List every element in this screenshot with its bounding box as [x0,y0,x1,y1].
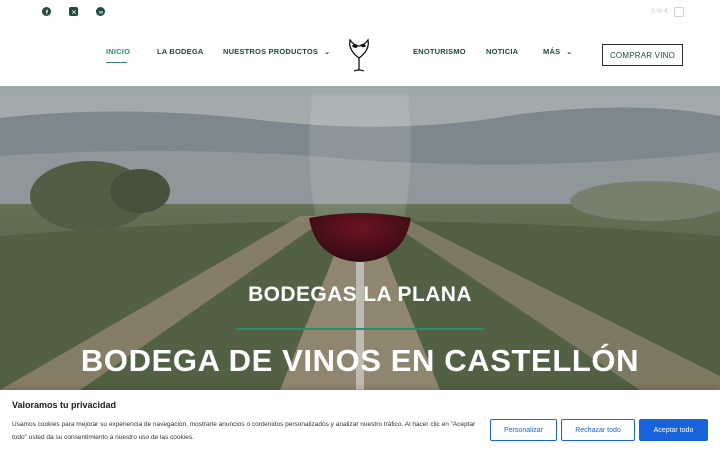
chevron-down-icon: ⌄ [566,49,573,56]
hero-subtitle: BODEGAS LA PLANA [248,283,472,306]
nav-inicio[interactable]: INICIO [106,47,130,56]
chevron-down-icon: ⌄ [324,49,331,56]
hero-title: BODEGA DE VINOS EN CASTELLÓN [80,343,640,378]
social-links [42,7,105,16]
nav-nuestros-productos[interactable]: NUESTROS PRODUCTOS ⌄ [223,47,330,56]
nav-nuestros-productos-label: NUESTROS PRODUCTOS [223,47,319,56]
cookie-title: Valoramos tu privacidad [12,400,117,410]
nav-noticia[interactable]: NOTICIA [486,47,518,56]
accept-all-button[interactable]: Aceptar todo [639,419,708,441]
nav-la-bodega[interactable]: LA BODEGA [157,47,204,56]
cart-icon [674,7,684,17]
buy-wine-button[interactable]: COMPRAR VINO [602,44,683,66]
facebook-icon[interactable] [42,7,51,16]
nav-mas[interactable]: MÁS ⌄ [543,47,572,56]
cookie-description: Usamos cookies para mejorar su experienc… [12,421,476,441]
cart-total: 0,00 € [651,9,668,15]
site-header: 0,00 € INICIO LA BODEGA NUESTROS PRODUCT… [0,0,720,86]
nav-enoturismo[interactable]: ENOTURISMO [413,47,466,56]
hero-divider [236,328,484,330]
x-twitter-icon[interactable] [69,7,78,16]
nav-mas-label: MÁS [543,47,561,56]
cart[interactable]: 0,00 € [651,7,684,17]
site-logo[interactable] [344,36,374,76]
nav-active-underline [106,62,127,63]
customize-cookies-button[interactable]: Personalizar [490,419,557,441]
reject-all-button[interactable]: Rechazar todo [561,419,635,441]
tripadvisor-icon[interactable] [96,7,105,16]
